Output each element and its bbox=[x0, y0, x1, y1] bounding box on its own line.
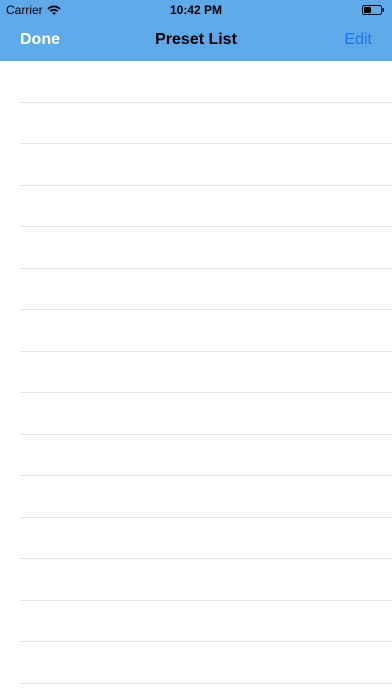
list-row[interactable] bbox=[20, 435, 392, 476]
list-row[interactable] bbox=[20, 269, 392, 310]
list-row[interactable] bbox=[20, 642, 392, 684]
list-row[interactable] bbox=[20, 61, 392, 103]
status-time: 10:42 PM bbox=[169, 3, 223, 17]
status-bar: Carrier 10:42 PM bbox=[0, 0, 392, 20]
list-row[interactable] bbox=[20, 186, 392, 227]
list-row[interactable] bbox=[20, 476, 392, 518]
list-row[interactable] bbox=[20, 227, 392, 269]
page-title: Preset List bbox=[155, 31, 237, 48]
list-row[interactable] bbox=[20, 393, 392, 435]
list-row[interactable] bbox=[20, 103, 392, 144]
list-row[interactable] bbox=[20, 144, 392, 186]
list-row[interactable] bbox=[20, 352, 392, 393]
list-row[interactable] bbox=[20, 559, 392, 601]
screen: Carrier 10:42 PM Done Preset List Edit bbox=[0, 0, 392, 696]
list-row[interactable] bbox=[20, 601, 392, 642]
top-bar: Carrier 10:42 PM Done Preset List Edit bbox=[0, 0, 392, 61]
list-row[interactable] bbox=[20, 518, 392, 559]
battery-icon bbox=[362, 5, 384, 15]
list-row[interactable] bbox=[20, 310, 392, 352]
preset-list bbox=[0, 61, 392, 696]
edit-button[interactable]: Edit bbox=[344, 31, 372, 49]
navigation-bar: Done Preset List Edit bbox=[0, 20, 392, 61]
